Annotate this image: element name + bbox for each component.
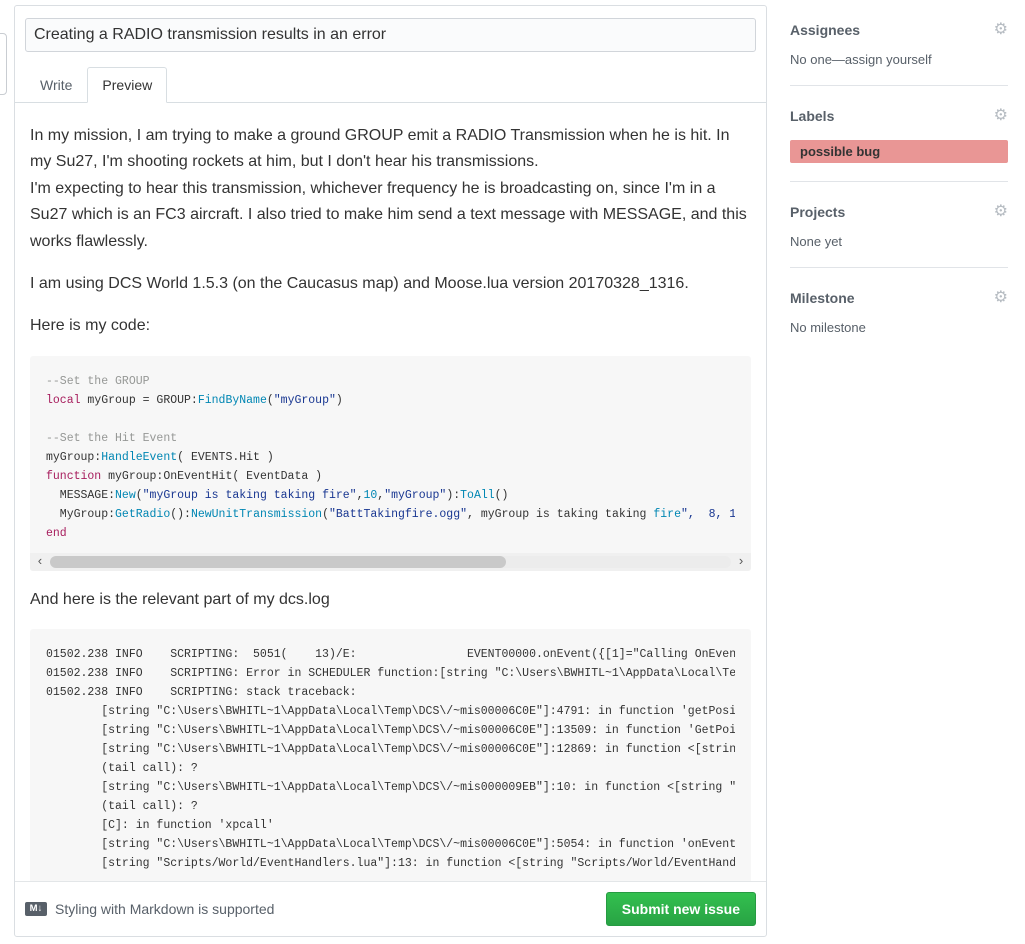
- log-code-block: 01502.238 INFO SCRIPTING: 5051( 13)/E: E…: [30, 629, 751, 881]
- issue-form-footer: M↓ Styling with Markdown is supported Su…: [15, 881, 766, 936]
- issue-body-paragraph: I am using DCS World 1.5.3 (on the Cauca…: [30, 271, 751, 297]
- code-line: --Set the Hit Event: [46, 429, 735, 448]
- issue-form-card: Write Preview In my mission, I am trying…: [14, 5, 767, 937]
- scroll-left-icon[interactable]: ‹: [30, 553, 50, 571]
- code-line: function myGroup:OnEventHit( EventData ): [46, 467, 735, 486]
- submit-new-issue-button[interactable]: Submit new issue: [606, 892, 756, 926]
- code-line: [46, 410, 735, 429]
- assign-yourself-link[interactable]: No one—assign yourself: [790, 52, 1008, 67]
- write-preview-tabs: Write Preview: [15, 66, 766, 103]
- scrollbar-thumb[interactable]: [50, 556, 506, 568]
- labels-heading: Labels: [790, 108, 834, 124]
- issue-preview-body: In my mission, I am trying to make a gro…: [15, 103, 766, 881]
- label-possible-bug[interactable]: possible bug: [790, 140, 1008, 163]
- scrollbar-track[interactable]: [50, 556, 731, 568]
- issue-sidebar: Assignees ⚙ No one—assign yourself Label…: [790, 0, 1008, 353]
- issue-body-paragraph: And here is the relevant part of my dcs.…: [30, 587, 751, 613]
- milestone-gear-icon[interactable]: ⚙: [994, 290, 1008, 306]
- code-line: end: [46, 524, 735, 543]
- projects-empty-text: None yet: [790, 234, 1008, 249]
- scroll-right-icon[interactable]: ›: [731, 553, 751, 571]
- issue-body-paragraph: Here is my code:: [30, 313, 751, 339]
- horizontal-scrollbar[interactable]: ‹ ›: [30, 553, 751, 571]
- assignees-gear-icon[interactable]: ⚙: [994, 22, 1008, 38]
- milestone-heading: Milestone: [790, 290, 855, 306]
- milestone-section: Milestone ⚙ No milestone: [790, 268, 1008, 353]
- dcs-log-text: 01502.238 INFO SCRIPTING: 5051( 13)/E: E…: [46, 645, 735, 873]
- code-line: local myGroup = GROUP:FindByName("myGrou…: [46, 391, 735, 410]
- markdown-hint[interactable]: M↓ Styling with Markdown is supported: [25, 901, 274, 917]
- new-issue-page: Write Preview In my mission, I am trying…: [0, 0, 1025, 944]
- milestone-empty-text: No milestone: [790, 320, 1008, 335]
- markdown-hint-text: Styling with Markdown is supported: [55, 901, 274, 917]
- tab-preview[interactable]: Preview: [87, 67, 167, 103]
- assignees-section: Assignees ⚙ No one—assign yourself: [790, 0, 1008, 86]
- code-line: --Set the GROUP: [46, 372, 735, 391]
- projects-gear-icon[interactable]: ⚙: [994, 204, 1008, 220]
- code-line: MyGroup:GetRadio():NewUnitTransmission("…: [46, 505, 735, 524]
- labels-gear-icon[interactable]: ⚙: [994, 108, 1008, 124]
- tab-write[interactable]: Write: [25, 67, 87, 103]
- lua-code-block: --Set the GROUP local myGroup = GROUP:Fi…: [30, 356, 751, 571]
- labels-section: Labels ⚙ possible bug: [790, 86, 1008, 182]
- issue-body-paragraph: In my mission, I am trying to make a gro…: [30, 123, 751, 255]
- markdown-icon: M↓: [25, 902, 47, 916]
- code-line: myGroup:HandleEvent( EVENTS.Hit ): [46, 448, 735, 467]
- avatar: [0, 33, 7, 95]
- projects-heading: Projects: [790, 204, 845, 220]
- code-line: MESSAGE:New("myGroup is taking taking fi…: [46, 486, 735, 505]
- assignees-heading: Assignees: [790, 22, 860, 38]
- projects-section: Projects ⚙ None yet: [790, 182, 1008, 268]
- issue-title-input[interactable]: [25, 18, 756, 52]
